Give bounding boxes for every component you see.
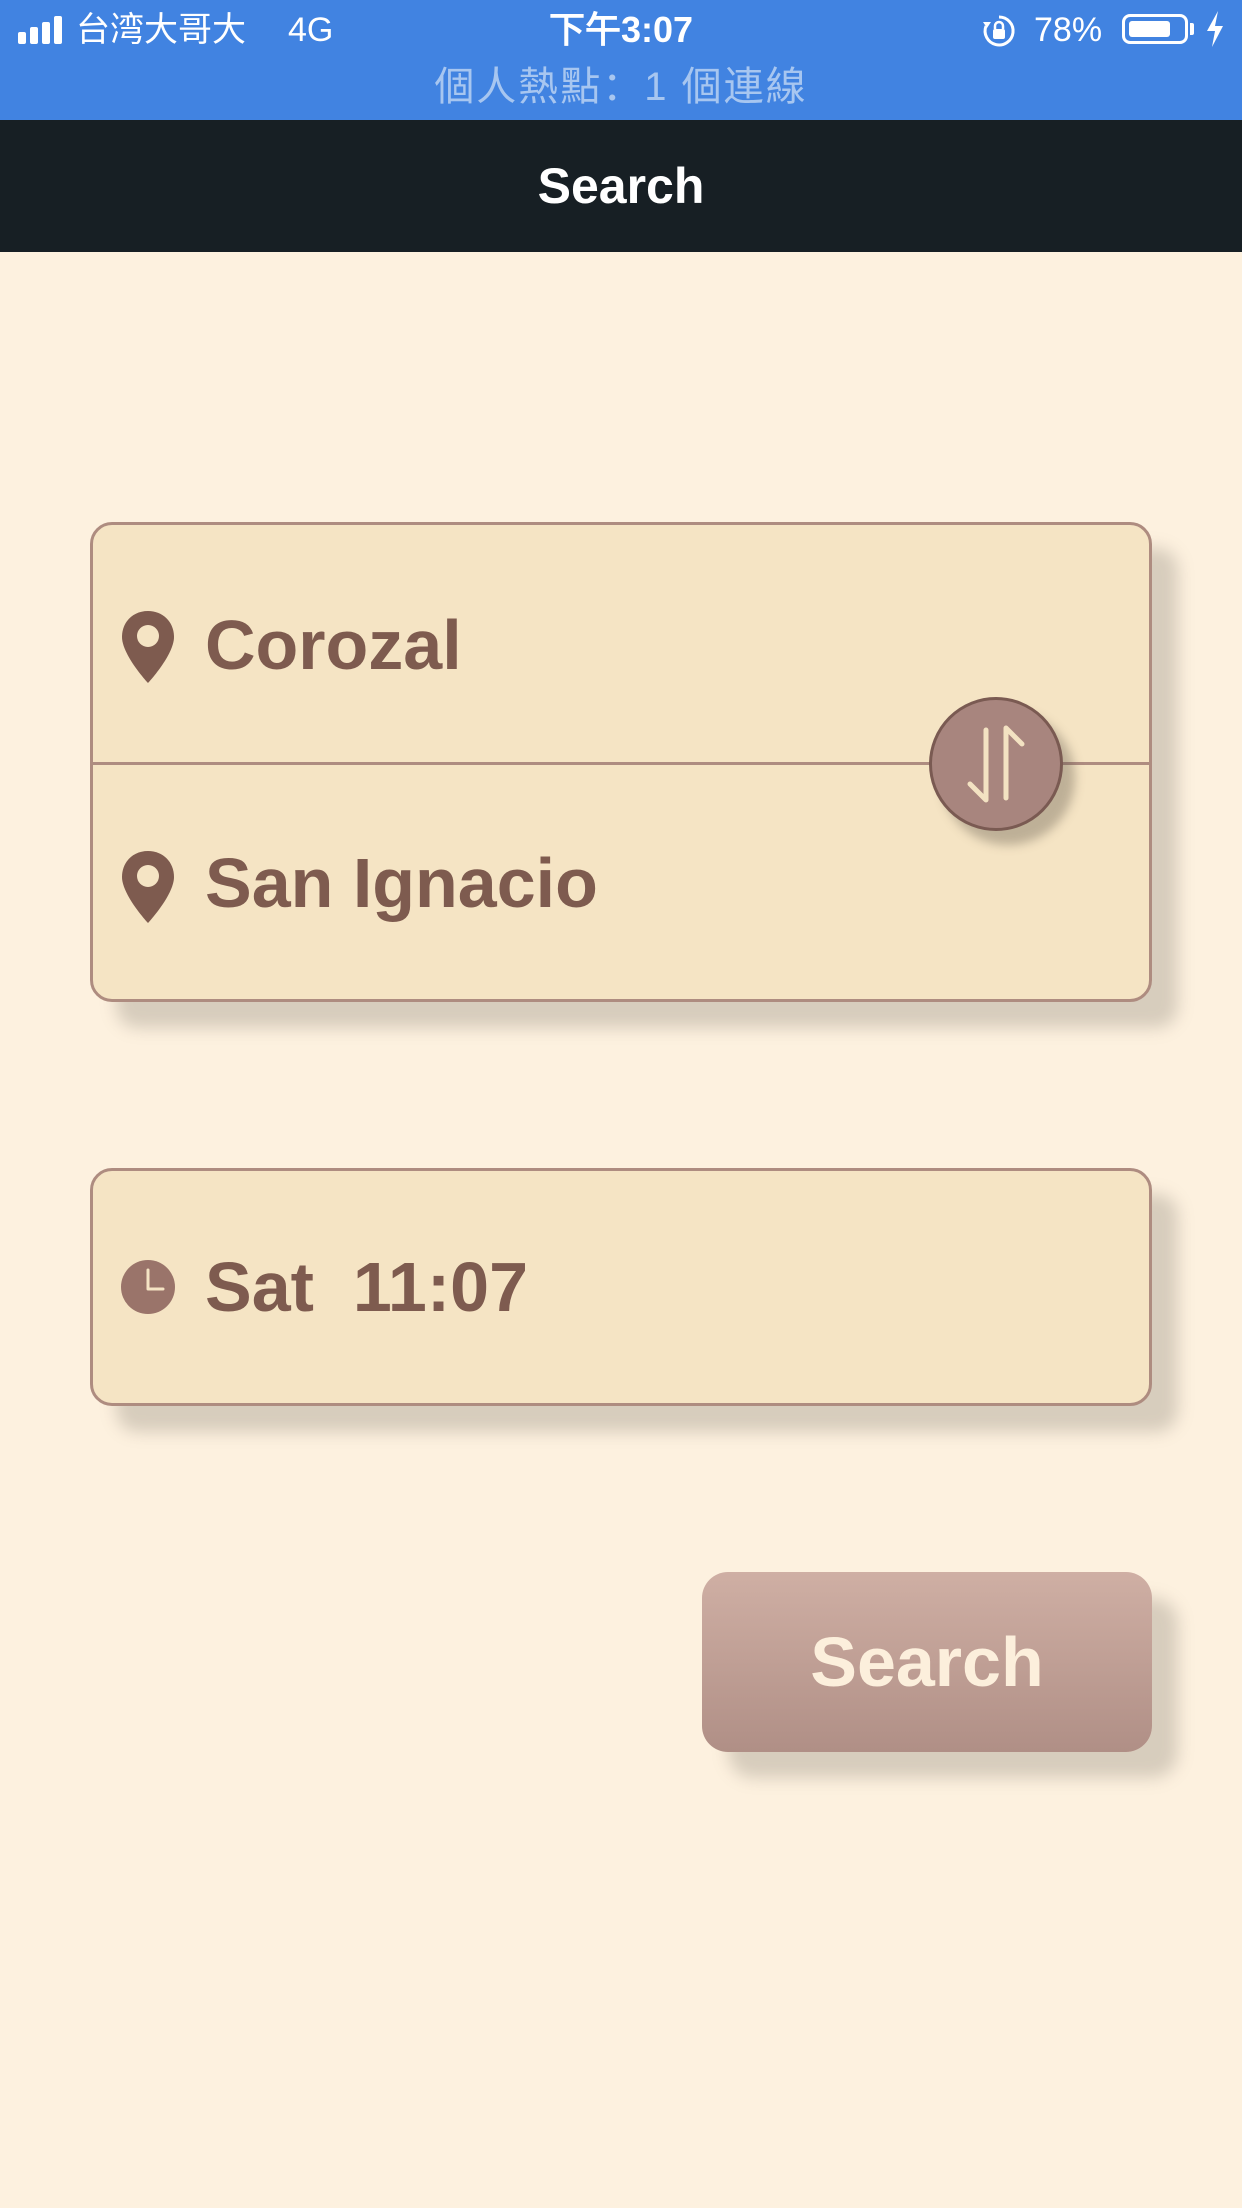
origin-label: Corozal <box>205 606 462 684</box>
charging-bolt-icon <box>1207 11 1223 47</box>
swap-arrows-icon <box>967 725 1025 803</box>
route-card: Corozal San Ignacio <box>90 522 1152 1002</box>
hotspot-banner[interactable]: 個人熱點：1 個連線 <box>0 62 1242 112</box>
status-row: 台湾大哥大 4G 下午3:07 78% <box>0 0 1242 60</box>
battery-level-fill <box>1129 21 1170 37</box>
departure-time-label: Sat 11:07 <box>205 1248 528 1326</box>
departure-time-row: Sat 11:07 <box>93 1171 1149 1403</box>
status-bar: 台湾大哥大 4G 下午3:07 78% 個人熱點：1 個連線 <box>0 0 1242 120</box>
search-button[interactable]: Search <box>702 1572 1152 1752</box>
location-pin-icon <box>122 851 174 923</box>
battery-cap <box>1190 23 1194 35</box>
navigation-bar: Search <box>0 120 1242 252</box>
swap-route-button[interactable] <box>929 697 1063 831</box>
departure-time-field[interactable]: Sat 11:07 <box>90 1168 1152 1406</box>
page-title: Search <box>537 158 705 214</box>
battery-icon <box>1122 14 1188 44</box>
destination-label: San Ignacio <box>205 844 598 922</box>
rotation-lock-icon <box>983 15 1015 47</box>
clock-icon <box>121 1260 175 1314</box>
battery-percentage: 78% <box>1034 11 1103 49</box>
location-pin-icon <box>122 611 174 683</box>
